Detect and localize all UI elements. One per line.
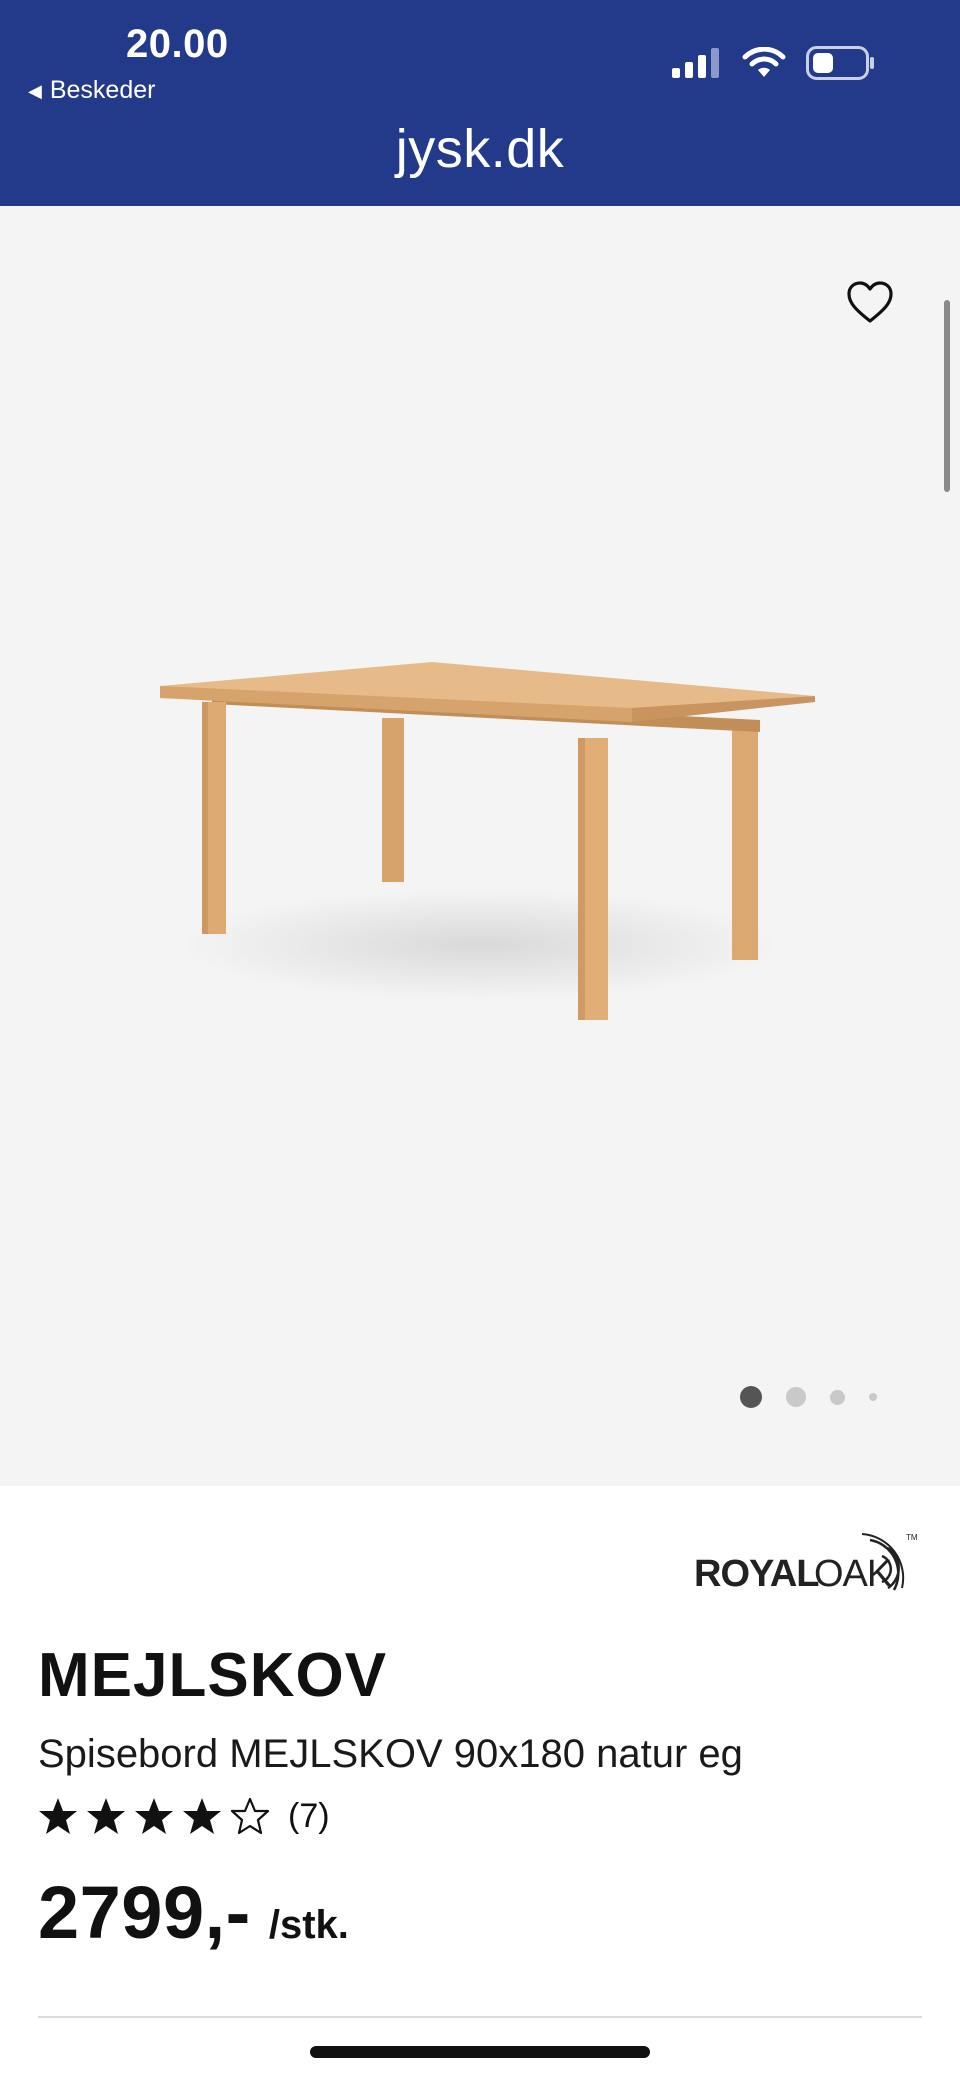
status-icons (672, 46, 876, 80)
price-unit: /stk. (268, 1903, 349, 1947)
heart-icon[interactable] (846, 280, 894, 324)
page-scrollbar[interactable] (944, 300, 950, 492)
svg-text:ROYAL: ROYAL (694, 1553, 819, 1594)
browser-header: 20.00 ◀ Beskeder jysk.dk (0, 0, 960, 206)
divider (38, 2016, 922, 2018)
star-filled-icon (87, 1798, 125, 1834)
star-empty-icon (230, 1797, 270, 1835)
svg-text:TM: TM (906, 1533, 918, 1542)
svg-text:OAK: OAK (814, 1553, 892, 1594)
battery-icon (806, 46, 874, 80)
pagination-dot-3[interactable] (830, 1389, 845, 1405)
pagination-dot-4[interactable] (869, 1393, 877, 1401)
star-filled-icon (135, 1798, 173, 1834)
star-filled-icon (183, 1798, 221, 1834)
pagination-dot-2[interactable] (786, 1387, 806, 1407)
wifi-icon (742, 47, 786, 77)
brand-logo: ROYAL OAK TM (694, 1533, 918, 1594)
price-value: 2799,- (38, 1871, 251, 1954)
address-bar-url[interactable]: jysk.dk (0, 118, 960, 180)
signal-icon (672, 48, 719, 78)
home-indicator[interactable] (310, 2046, 650, 2058)
rating-stars (38, 1796, 270, 1836)
product-image (160, 662, 815, 1020)
gallery-pagination[interactable] (740, 1386, 877, 1408)
review-count[interactable]: (7) (288, 1797, 330, 1836)
back-arrow-icon: ◀ (28, 80, 42, 101)
product-price: 2799,- /stk. (38, 1870, 349, 1955)
back-label: Beskeder (49, 76, 156, 104)
product-description: Spisebord MEJLSKOV 90x180 natur eg (38, 1732, 743, 1776)
star-filled-icon (39, 1798, 77, 1834)
product-title: MEJLSKOV (38, 1641, 388, 1710)
product-rating[interactable]: (7) (38, 1796, 330, 1836)
status-time: 20.00 (126, 22, 229, 66)
back-to-messages[interactable]: ◀ Beskeder (28, 76, 155, 105)
pagination-dot-1[interactable] (740, 1386, 762, 1408)
